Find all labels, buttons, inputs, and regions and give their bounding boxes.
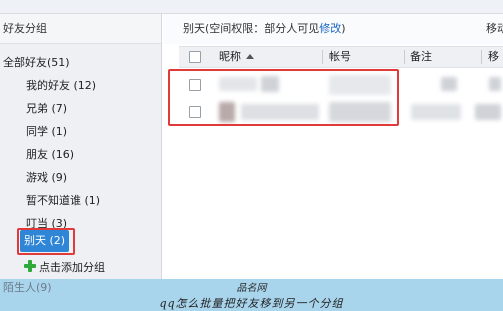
add-group-button[interactable]: 点击添加分组: [24, 259, 105, 277]
group-classmates[interactable]: 同学 (1): [26, 121, 67, 143]
selected-rows-highlight: [168, 69, 399, 126]
watermark-caption: qq怎么批量把好友移到另一个分组: [159, 297, 344, 310]
sidebar-header: 好友分组: [0, 14, 161, 44]
blurred-extra: [489, 77, 501, 91]
group-friends[interactable]: 朋友 (16): [26, 144, 74, 166]
move-to-button[interactable]: 移动: [486, 14, 503, 44]
group-permission-suffix: ): [341, 22, 346, 35]
selected-group-highlight: [17, 228, 75, 255]
friend-list-panel: 别天(空间权限：部分人可见修改) 移动 昵称 帐号 备注 移: [163, 14, 503, 311]
sort-ascending-icon: [246, 54, 254, 59]
blurred-remark: [411, 104, 461, 120]
group-my-friends[interactable]: 我的好友 (12): [26, 75, 96, 97]
group-permission-text: 别天(空间权限：部分人可见: [183, 22, 320, 35]
column-divider: [481, 50, 482, 64]
table-header: 昵称 帐号 备注 移: [179, 46, 503, 68]
column-nickname-label: 昵称: [219, 50, 241, 63]
add-group-label: 点击添加分组: [39, 261, 105, 274]
select-all-checkbox[interactable]: [189, 51, 201, 63]
group-unknown[interactable]: 暂不知道谁 (1): [26, 190, 100, 212]
watermark-site: 品名网: [236, 283, 267, 294]
window-top-strip: [0, 0, 503, 14]
group-brothers[interactable]: 兄弟 (7): [26, 98, 67, 120]
blurred-remark: [441, 77, 457, 91]
blurred-extra: [475, 104, 501, 120]
column-remark[interactable]: 备注: [410, 47, 432, 67]
plus-icon: [24, 260, 36, 272]
column-divider: [404, 50, 405, 64]
column-nickname[interactable]: 昵称: [219, 47, 254, 67]
group-info-bar: 别天(空间权限：部分人可见修改): [163, 14, 503, 44]
group-all-friends[interactable]: 全部好友(51): [3, 52, 70, 74]
modify-permission-link[interactable]: 修改: [319, 22, 341, 35]
column-divider: [322, 50, 323, 64]
group-games[interactable]: 游戏 (9): [26, 167, 67, 189]
column-account[interactable]: 帐号: [329, 47, 351, 67]
column-extra[interactable]: 移: [488, 47, 499, 67]
